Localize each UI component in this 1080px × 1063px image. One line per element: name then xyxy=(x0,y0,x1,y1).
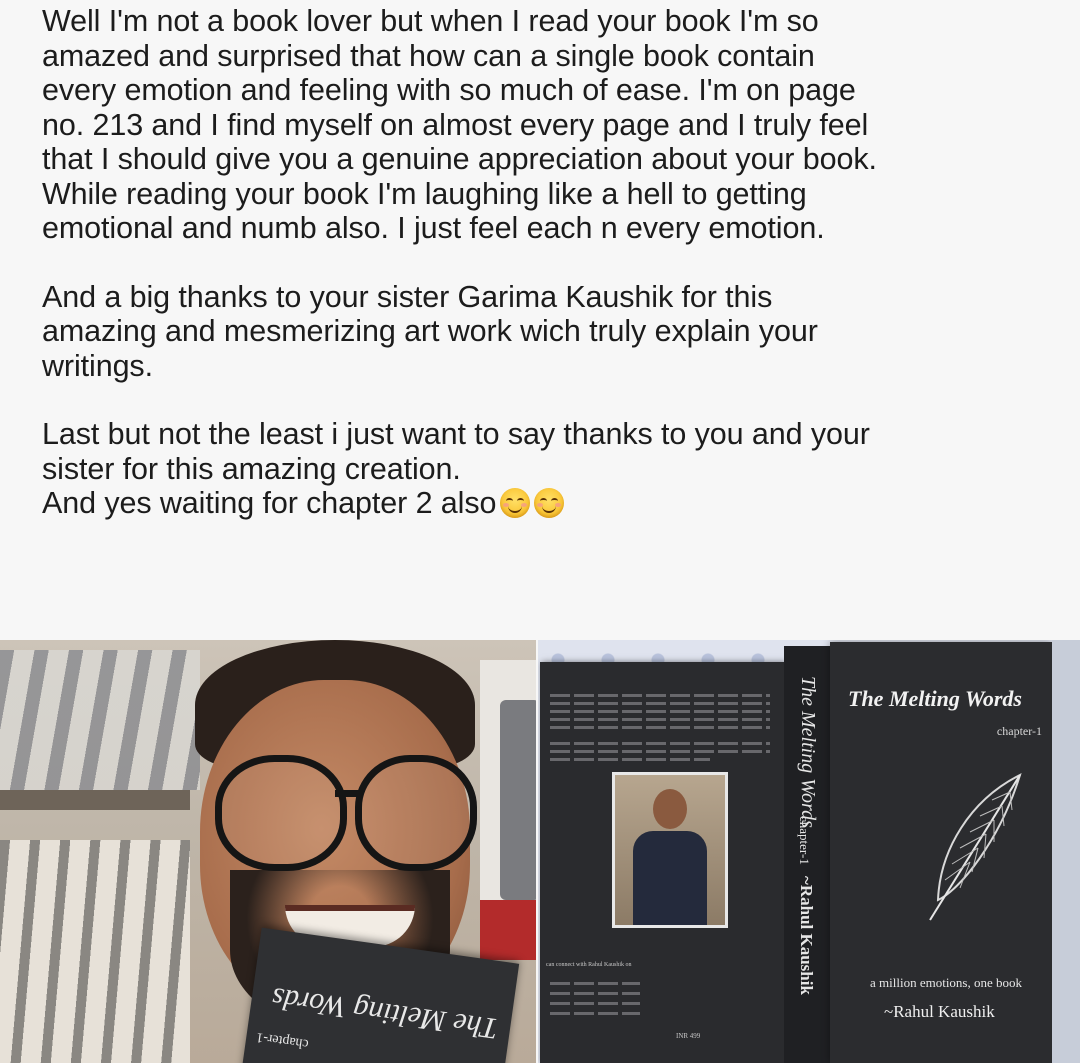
contact-line xyxy=(550,1002,640,1005)
blurb-line xyxy=(550,726,770,729)
back-contact: can connect with Rahul Kaushik on xyxy=(546,962,632,968)
blurb-line xyxy=(550,694,770,697)
author-photo[interactable]: The Melting Words chapter-1 xyxy=(0,640,536,1063)
blurb-line xyxy=(550,702,770,705)
background-edge xyxy=(1052,640,1080,1063)
cover-tagline: a million emotions, one book xyxy=(870,975,1023,990)
contact-line xyxy=(550,1012,640,1015)
held-book-chapter: chapter-1 xyxy=(255,1029,310,1052)
glasses-bridge xyxy=(335,790,361,797)
blurb-line xyxy=(550,718,770,721)
author-portrait xyxy=(612,772,728,928)
cover-title: The Melting Words xyxy=(848,686,1022,711)
post-paragraph: Well I'm not a book lover but when I rea… xyxy=(42,4,877,245)
blurb-line xyxy=(550,750,770,753)
blurb-line xyxy=(550,742,770,745)
spine-author: ~Rahul Kaushik xyxy=(797,876,816,995)
back-price: INR 499 xyxy=(676,1032,701,1040)
contact-line xyxy=(550,982,640,985)
spine-title: The Melting Words xyxy=(797,676,819,828)
portrait-coat xyxy=(633,831,707,925)
glasses-left-lens xyxy=(215,755,347,871)
book-spine: The Melting Words chapter-1 ~Rahul Kaush… xyxy=(784,646,830,1063)
spine-chapter: chapter-1 xyxy=(797,816,812,865)
feather-icon xyxy=(929,773,1022,921)
post-body: Well I'm not a book lover but when I rea… xyxy=(42,4,1062,521)
post-paragraph: And a big thanks to your sister Garima K… xyxy=(42,279,818,383)
book-photo[interactable]: can connect with Rahul Kaushik on INR 49… xyxy=(538,640,1080,1063)
smiling-face-icon xyxy=(500,488,531,518)
smiling-face-icon xyxy=(534,488,565,518)
post-paragraph-text: Last but not the least i just want to sa… xyxy=(42,417,870,486)
blurb-line xyxy=(550,758,710,761)
cover-chapter: chapter-1 xyxy=(996,724,1042,738)
cover-author: ~Rahul Kaushik xyxy=(884,1002,995,1021)
glasses-right-lens xyxy=(355,755,477,871)
blurb-line xyxy=(550,710,770,713)
portrait-head xyxy=(653,789,687,829)
book-back-cover: can connect with Rahul Kaushik on INR 49… xyxy=(540,662,784,1063)
contact-line xyxy=(550,992,640,995)
held-book: The Melting Words chapter-1 xyxy=(240,927,520,1063)
post-paragraph: Last but not the least i just want to sa… xyxy=(42,417,1062,521)
post-paragraph-text: And yes waiting for chapter 2 also xyxy=(42,486,497,520)
person: The Melting Words chapter-1 xyxy=(160,640,520,1063)
book-front-cover: The Melting Words chapter-1 a million em… xyxy=(830,642,1052,1063)
